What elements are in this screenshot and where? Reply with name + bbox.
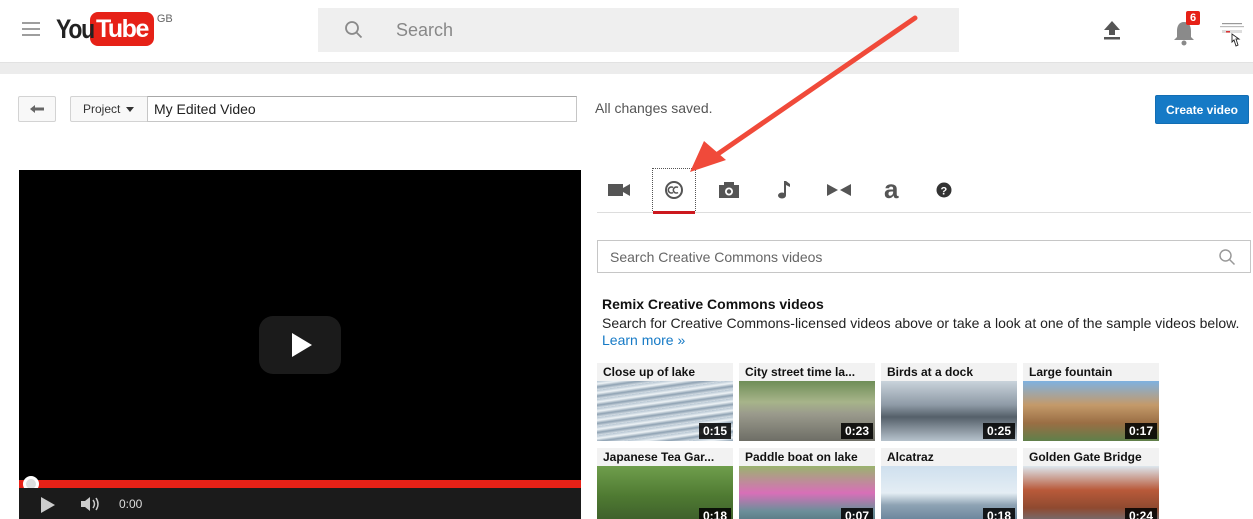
sample-video-tile[interactable]: Birds at a dock 0:25 — [881, 363, 1017, 441]
video-title: City street time la... — [739, 363, 875, 381]
masthead-search-input[interactable]: Search — [318, 8, 959, 52]
video-editor-page: You Tube GB Search 6 Project My Edited V… — [0, 0, 1253, 519]
video-duration: 0:24 — [1124, 508, 1157, 519]
project-dropdown[interactable]: Project — [70, 96, 148, 122]
back-button[interactable] — [18, 96, 56, 122]
search-icon[interactable] — [344, 20, 364, 40]
avatar[interactable] — [1220, 20, 1244, 48]
sample-video-tile[interactable]: Large fountain 0:17 — [1023, 363, 1159, 441]
video-duration: 0:18 — [982, 508, 1015, 519]
progress-bar[interactable] — [19, 480, 581, 488]
video-title: Golden Gate Bridge — [1023, 448, 1159, 466]
text-icon: a — [884, 179, 899, 201]
back-arrow-icon — [30, 105, 44, 113]
tab-photos[interactable] — [707, 167, 751, 213]
music-note-icon — [778, 181, 790, 199]
svg-text:a: a — [884, 179, 899, 201]
tab-transitions[interactable] — [817, 167, 861, 213]
project-title-field[interactable] — [147, 96, 577, 122]
sample-video-tile[interactable]: Alcatraz 0:18 — [881, 448, 1017, 519]
tab-creative-commons[interactable] — [652, 168, 696, 214]
volume-icon[interactable] — [79, 496, 107, 512]
project-label: Project — [83, 102, 121, 116]
tab-my-videos[interactable] — [597, 167, 641, 213]
sample-video-tile[interactable]: City street time la... 0:23 — [739, 363, 875, 441]
masthead: You Tube GB Search 6 — [0, 0, 1253, 62]
sample-video-tile[interactable]: Close up of lake 0:15 — [597, 363, 733, 441]
creative-commons-icon — [665, 181, 683, 199]
sample-video-tile[interactable]: Golden Gate Bridge 0:24 — [1023, 448, 1159, 519]
video-duration: 0:25 — [982, 423, 1015, 439]
learn-more-link[interactable]: Learn more » — [602, 332, 685, 348]
sample-video-tile[interactable]: Japanese Tea Gar... 0:18 — [597, 448, 733, 519]
logo-you-text: You — [56, 14, 95, 44]
video-title: Large fountain — [1023, 363, 1159, 381]
save-status: All changes saved. — [595, 100, 713, 116]
logo-tube-text: Tube — [90, 12, 154, 46]
transitions-icon — [827, 184, 851, 196]
sample-video-tile[interactable]: Paddle boat on lake 0:07 — [739, 448, 875, 519]
upload-icon[interactable] — [1103, 20, 1121, 40]
video-title: Birds at a dock — [881, 363, 1017, 381]
photo-camera-icon — [719, 182, 739, 198]
notifications-button[interactable]: 6 — [1173, 11, 1203, 46]
guide-menu-icon[interactable] — [22, 22, 40, 36]
remix-description-text: Search for Creative Commons-licensed vid… — [602, 315, 1240, 331]
play-icon[interactable] — [41, 497, 55, 513]
notification-badge: 6 — [1186, 11, 1201, 25]
video-camera-icon — [608, 184, 630, 196]
svg-text:?: ? — [941, 186, 948, 198]
search-icon[interactable] — [1218, 248, 1236, 266]
video-duration: 0:07 — [840, 508, 873, 519]
video-duration: 0:23 — [840, 423, 873, 439]
large-play-button[interactable] — [259, 316, 341, 374]
cc-search-input[interactable] — [598, 241, 1218, 272]
header-divider — [0, 62, 1253, 74]
media-tabs: a ? — [597, 167, 1251, 214]
logo-region-label: GB — [156, 13, 173, 25]
video-title: Close up of lake — [597, 363, 733, 381]
remix-heading: Remix Creative Commons videos — [602, 296, 824, 312]
youtube-logo[interactable]: You Tube GB — [56, 12, 173, 48]
creative-commons-search — [597, 240, 1251, 273]
help-icon: ? — [936, 182, 952, 198]
create-video-button[interactable]: Create video — [1155, 95, 1249, 124]
tab-help[interactable]: ? — [922, 167, 966, 213]
chevron-down-icon — [126, 106, 135, 112]
player-controls: 0:00 — [19, 488, 581, 519]
tab-audio[interactable] — [762, 167, 806, 213]
tab-text[interactable]: a — [872, 167, 916, 213]
video-title: Paddle boat on lake — [739, 448, 875, 466]
video-duration: 0:15 — [698, 423, 731, 439]
video-title: Alcatraz — [881, 448, 1017, 466]
time-display: 0:00 — [119, 497, 143, 511]
video-title: Japanese Tea Gar... — [597, 448, 733, 466]
remix-description: Search for Creative Commons-licensed vid… — [602, 315, 1242, 349]
video-duration: 0:18 — [698, 508, 731, 519]
search-placeholder: Search — [396, 19, 454, 40]
video-duration: 0:17 — [1124, 423, 1157, 439]
video-player[interactable]: 0:00 — [19, 170, 581, 519]
